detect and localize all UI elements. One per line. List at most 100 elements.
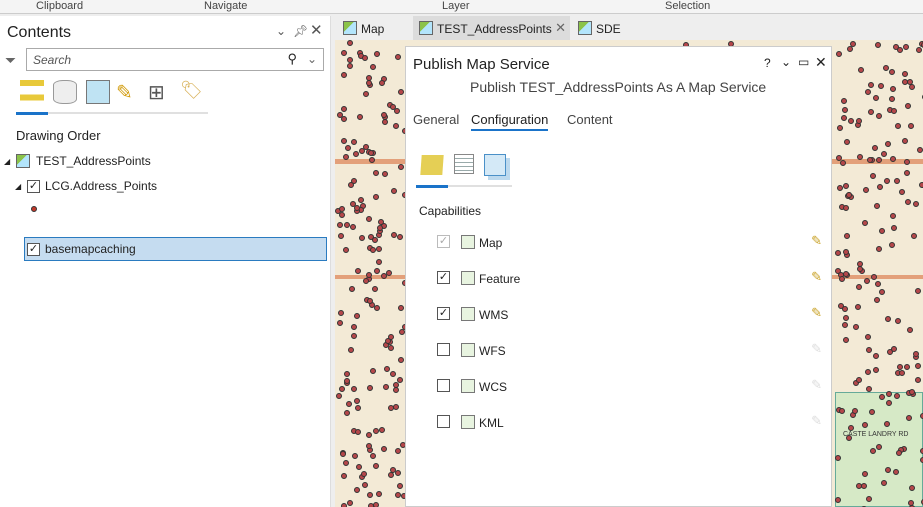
point-symbol-icon[interactable]	[31, 206, 37, 212]
tree-basemap-item[interactable]: ✓ basemapcaching	[24, 237, 327, 261]
close-icon[interactable]: ✕	[555, 20, 566, 36]
edit-pencil-icon[interactable]: ✎	[811, 233, 822, 249]
address-point	[870, 274, 877, 281]
address-point	[869, 172, 876, 179]
address-point	[916, 146, 923, 153]
address-point	[381, 446, 388, 453]
address-point	[367, 502, 374, 507]
address-point	[379, 427, 386, 434]
capability-checkbox[interactable]	[437, 379, 450, 392]
address-point	[839, 159, 846, 166]
contents-pane: Contents ⌄ 📌︎ ✕ ⏷ Search ⚲ ⌄ ✎ ⊞ 🏷︎ Draw…	[0, 16, 331, 507]
capabilities-icon[interactable]	[420, 155, 444, 175]
tab-content[interactable]: Content	[567, 112, 613, 127]
list-by-snapping-icon[interactable]: ⊞	[148, 80, 172, 104]
address-point	[346, 57, 353, 64]
address-point	[852, 323, 859, 330]
address-point	[373, 304, 380, 311]
address-point	[906, 78, 913, 85]
tab-general[interactable]: General	[413, 112, 459, 127]
wcs-icon	[461, 379, 475, 393]
close-icon[interactable]: ✕	[815, 54, 827, 71]
ribbon-group-clipboard: Clipboard	[36, 0, 84, 12]
address-point	[854, 304, 861, 311]
ribbon: Clipboard Navigate Layer Selection	[0, 0, 923, 14]
edit-pencil-icon[interactable]: ✎	[811, 269, 822, 285]
tab-configuration[interactable]: Configuration	[471, 112, 549, 131]
address-point	[908, 122, 915, 129]
address-point	[383, 384, 389, 391]
address-point	[875, 444, 882, 451]
help-icon[interactable]: ?	[764, 56, 771, 70]
chevron-down-icon[interactable]: ⌄	[276, 24, 286, 38]
list-by-drawing-order-icon[interactable]	[20, 80, 44, 104]
kml-icon	[461, 415, 475, 429]
address-point	[340, 451, 347, 458]
chevron-down-icon[interactable]: ⌄	[307, 52, 317, 66]
capability-checkbox[interactable]: ✓	[437, 307, 450, 320]
address-point	[876, 245, 883, 252]
chevron-down-icon[interactable]: ⌄	[781, 55, 791, 69]
expand-icon[interactable]: ◢	[4, 157, 10, 166]
tab-sde[interactable]: SDE	[572, 16, 621, 40]
address-point	[863, 278, 870, 285]
address-point	[372, 427, 379, 434]
capability-checkbox[interactable]: ✓	[437, 271, 450, 284]
list-by-selection-icon[interactable]	[86, 80, 110, 104]
address-point	[843, 315, 850, 322]
address-point	[880, 151, 887, 158]
edit-pencil-icon: ✎	[811, 377, 822, 392]
address-point	[841, 321, 848, 328]
tab-test-addresspoints[interactable]: TEST_AddressPoints ✕	[413, 16, 570, 40]
pane-title: Publish Map Service	[413, 56, 550, 73]
tab-map[interactable]: Map	[337, 16, 384, 40]
address-point	[341, 106, 348, 113]
layer-checkbox[interactable]: ✓	[27, 180, 40, 193]
address-point	[351, 324, 358, 331]
tree-layer-item[interactable]: LCG.Address_Points	[45, 179, 157, 193]
address-point	[392, 387, 399, 394]
address-point	[349, 286, 355, 293]
address-point	[373, 194, 380, 201]
address-point	[343, 222, 350, 229]
address-point	[351, 452, 358, 459]
feature-icon	[461, 271, 475, 285]
basemap-label: basemapcaching	[45, 242, 136, 256]
edit-pencil-icon[interactable]: ✎	[811, 305, 822, 321]
close-icon[interactable]: ✕	[310, 21, 323, 39]
list-by-source-icon[interactable]	[53, 80, 77, 104]
capability-label: WMS	[479, 308, 509, 322]
address-point	[348, 181, 355, 188]
capability-label: WCS	[479, 380, 507, 394]
pages-icon[interactable]	[484, 154, 506, 176]
capability-checkbox[interactable]	[437, 343, 450, 356]
capability-label: Feature	[479, 272, 521, 286]
search-input[interactable]: Search ⚲ ⌄	[26, 48, 324, 71]
address-point	[347, 63, 354, 70]
list-by-labeling-icon[interactable]: 🏷︎	[180, 80, 204, 104]
address-point	[337, 309, 344, 316]
filter-icon[interactable]: ⏷	[5, 52, 16, 69]
address-point	[393, 123, 400, 130]
maximize-icon[interactable]: ▭	[798, 55, 809, 69]
parameters-icon[interactable]	[454, 154, 474, 174]
pin-icon[interactable]: 📌︎	[293, 24, 308, 38]
address-point	[843, 232, 850, 239]
basemap-checkbox[interactable]: ✓	[27, 243, 40, 256]
capability-checkbox[interactable]	[437, 415, 450, 428]
tree-map-item[interactable]: TEST_AddressPoints	[36, 154, 151, 168]
address-point	[864, 88, 871, 95]
address-point	[835, 250, 841, 257]
address-point	[353, 486, 360, 493]
address-point	[836, 125, 843, 132]
map-icon	[419, 21, 433, 35]
search-icon[interactable]: ⚲	[287, 51, 297, 67]
pane-subtitle: Publish TEST_AddressPoints As A Map Serv…	[470, 79, 767, 95]
capability-label: Map	[479, 236, 503, 250]
expand-icon[interactable]: ◢	[15, 182, 21, 191]
list-by-editing-icon[interactable]: ✎	[116, 80, 140, 104]
address-point	[904, 170, 911, 177]
address-point	[893, 393, 900, 400]
address-point	[398, 88, 404, 95]
address-point	[856, 153, 863, 160]
